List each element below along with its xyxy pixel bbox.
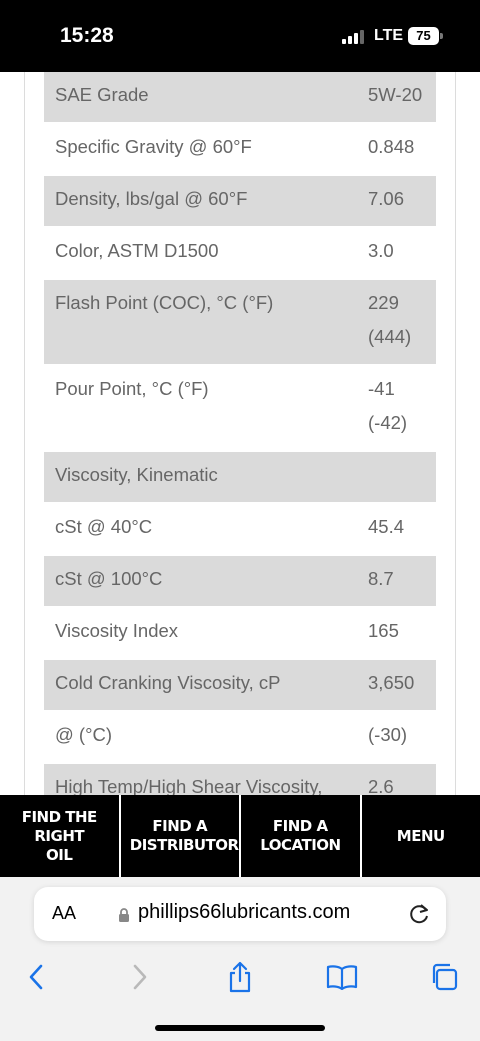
- spec-row: Specific Gravity @ 60°F 0.848: [44, 124, 436, 176]
- share-icon[interactable]: [220, 957, 260, 997]
- url-text: phillips66lubricants.com: [138, 901, 351, 923]
- spec-label: cSt @ 100°C: [55, 568, 163, 589]
- spec-value: 2.6: [368, 776, 394, 795]
- spec-label: @ (°C): [55, 724, 112, 745]
- spec-label: Pour Point, °C (°F): [55, 378, 209, 399]
- spec-value: 8.7: [368, 568, 394, 589]
- spec-label: Viscosity, Kinematic: [55, 464, 218, 485]
- forward-icon[interactable]: [120, 957, 160, 997]
- browser-tool-row: [0, 957, 480, 1001]
- spec-value: [356, 452, 436, 502]
- spec-row: Color, ASTM D1500 3.0: [44, 228, 436, 280]
- menu-button[interactable]: MENU: [362, 795, 480, 877]
- battery-icon: 75: [408, 27, 439, 45]
- content-border-left: [24, 72, 25, 795]
- spec-row: SAE Grade 5W-20: [44, 72, 436, 124]
- page-content[interactable]: SAE Grade 5W-20 Specific Gravity @ 60°F 0.8…: [0, 72, 480, 795]
- cellular-signal-icon: [342, 30, 368, 44]
- spec-value: (-30): [368, 724, 408, 745]
- spec-label: SAE Grade: [55, 84, 149, 105]
- spec-label: cSt @ 40°C: [55, 516, 153, 537]
- address-bar[interactable]: AA phillips66lubricants.com: [34, 887, 446, 941]
- content-border-right: [455, 72, 456, 795]
- spec-label: Density, lbs/gal @ 60°F: [55, 188, 248, 209]
- spec-value: 3.0: [368, 240, 394, 261]
- bookmarks-icon[interactable]: [322, 957, 362, 997]
- find-distributor-button[interactable]: FIND A DISTRIBUTOR: [121, 795, 241, 877]
- spec-value: -41 (-42): [368, 378, 408, 433]
- menu-label: MENU: [396, 826, 445, 845]
- spec-value: 229 (444): [368, 292, 412, 347]
- spec-value: 45.4: [368, 516, 405, 537]
- status-bar: 15:28 LTE 75: [0, 0, 480, 72]
- spec-label: Cold Cranking Viscosity, cP: [55, 672, 281, 693]
- network-type: LTE: [374, 27, 404, 44]
- reload-icon[interactable]: [406, 901, 432, 927]
- lock-icon: [119, 908, 129, 922]
- spec-label: Specific Gravity @ 60°F: [55, 136, 252, 157]
- text-size-label: AA: [52, 903, 77, 923]
- spec-value: 165: [368, 620, 399, 641]
- spec-value: 0.848: [368, 136, 415, 157]
- battery-tip: [440, 33, 443, 39]
- spec-value: 3,650: [368, 672, 415, 693]
- tabs-icon[interactable]: [424, 957, 464, 997]
- spec-label: High Temp/High Shear Viscosity,: [55, 776, 323, 795]
- find-location-label: FIND A LOCATION: [260, 817, 341, 854]
- spec-row: cSt @ 100°C 8.7: [44, 556, 436, 608]
- spec-row: High Temp/High Shear Viscosity, 2.6: [44, 764, 436, 795]
- find-right-oil-label: FIND THE RIGHT OIL: [21, 807, 98, 864]
- spec-row: @ (°C) (-30): [44, 712, 436, 764]
- spec-row: Viscosity, Kinematic: [44, 452, 436, 504]
- spec-label: Viscosity Index: [55, 620, 179, 641]
- spec-value: 5W-20: [368, 84, 423, 105]
- back-icon[interactable]: [16, 957, 56, 997]
- browser-toolbar: AA phillips66lubricants.com: [0, 877, 480, 1041]
- spec-label: Color, ASTM D1500: [55, 240, 219, 261]
- spec-row: cSt @ 40°C 45.4: [44, 504, 436, 556]
- spec-label: Flash Point (COC), °C (°F): [55, 292, 274, 313]
- site-bottom-nav: FIND THE RIGHT OIL FIND A DISTRIBUTOR FI…: [0, 795, 480, 877]
- spec-row: Viscosity Index 165: [44, 608, 436, 660]
- text-size-button[interactable]: AA: [52, 903, 76, 924]
- find-right-oil-button[interactable]: FIND THE RIGHT OIL: [0, 795, 121, 877]
- home-indicator: [155, 1025, 325, 1031]
- spec-row: Flash Point (COC), °C (°F) 229 (444): [44, 280, 436, 366]
- spec-table: SAE Grade 5W-20 Specific Gravity @ 60°F 0.8…: [44, 72, 436, 795]
- clock: 15:28: [60, 24, 114, 47]
- find-location-button[interactable]: FIND A LOCATION: [241, 795, 362, 877]
- spec-row: Pour Point, °C (°F) -41 (-42): [44, 366, 436, 452]
- spec-row: Cold Cranking Viscosity, cP 3,650: [44, 660, 436, 712]
- find-distributor-label: FIND A DISTRIBUTOR: [129, 817, 239, 854]
- spec-row: Density, lbs/gal @ 60°F 7.06: [44, 176, 436, 228]
- spec-value: 7.06: [368, 188, 405, 209]
